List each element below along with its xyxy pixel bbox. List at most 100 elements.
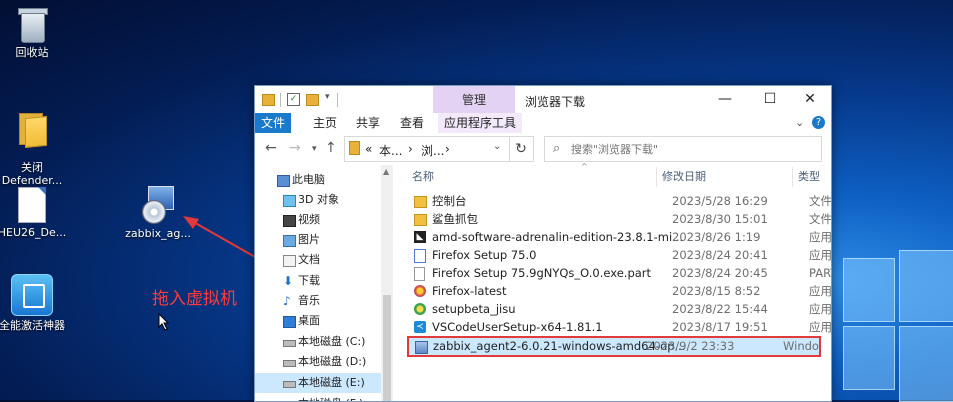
title-bar[interactable]: ✓ ▾ 管理 浏览器下载 — ☐ ✕ [255, 86, 831, 113]
nav-item-drive-d[interactable]: 本地磁盘 (D:) [255, 352, 381, 372]
folder-icon [17, 111, 47, 149]
drag-annotation: 拖入虚拟机 [152, 289, 237, 309]
chevron-down-icon[interactable]: ▾ [325, 92, 330, 106]
video-icon [283, 215, 296, 227]
file-explorer-window[interactable]: ✓ ▾ 管理 浏览器下载 — ☐ ✕ 文件 主页 共享 查看 应用程序工具 ⌄ … [254, 85, 832, 402]
close-button[interactable]: ✕ [790, 88, 830, 110]
sort-ascending-icon: ^ [581, 162, 588, 171]
desktop-icon-activator[interactable]: 全能激活神器 [0, 274, 72, 332]
file-row[interactable]: ≺ VSCodeUserSetup-x64-1.81.1 2023/8/17 1… [408, 318, 831, 336]
minimize-button[interactable]: — [705, 88, 745, 110]
file-row[interactable]: setupbeta_jisu 2023/8/22 15:44 应用程 [408, 300, 831, 318]
back-button[interactable]: ← [265, 141, 277, 155]
drive-icon [283, 360, 296, 367]
nav-item-pictures[interactable]: 图片 [255, 230, 381, 250]
scroll-up-icon[interactable]: ▲ [383, 167, 389, 176]
breadcrumb-item[interactable]: 浏... [421, 142, 444, 159]
pictures-icon [283, 235, 296, 247]
nav-item-drive-c[interactable]: 本地磁盘 (C:) [255, 332, 381, 352]
nav-item-desktop[interactable]: 桌面 [255, 311, 381, 331]
folder-icon [262, 94, 275, 106]
vscode-icon: ≺ [414, 321, 426, 333]
desktop-icon-label: HEU26_De... [0, 226, 67, 239]
column-divider[interactable] [792, 167, 793, 187]
window-title: 浏览器下载 [525, 95, 586, 109]
drive-icon [283, 381, 296, 388]
activator-icon [11, 274, 53, 316]
navigation-bar: ← → ▾ ↑ « 本... › 浏... › ⌄ ↻ ⌕ [255, 133, 831, 165]
amd-icon: ◣ [414, 231, 426, 243]
file-row-selected[interactable]: zabbix_agent2-6.0.21-windows-amd64-op...… [407, 336, 821, 357]
tab-view[interactable]: 查看 [394, 113, 430, 133]
expand-ribbon-icon[interactable]: ⌄ [795, 116, 804, 129]
desktop-icon-recycle-bin[interactable]: 回收站 [0, 5, 72, 59]
divider [280, 93, 281, 107]
tab-home[interactable]: 主页 [307, 113, 343, 133]
nav-item-documents[interactable]: 文档 [255, 250, 381, 270]
new-folder-icon[interactable] [306, 94, 319, 106]
column-header-date[interactable]: 修改日期 [662, 165, 706, 189]
jisu-icon [414, 303, 426, 315]
chevron-down-icon[interactable]: ⌄ [493, 141, 501, 152]
search-box[interactable]: ⌕ [544, 136, 822, 162]
nav-item-drive-f[interactable]: 本地磁盘 (F:) [255, 394, 381, 401]
drive-icon [283, 340, 296, 347]
file-row[interactable]: ◣ amd-software-adrenalin-edition-23.8.1-… [408, 228, 831, 246]
desktop-icon [283, 316, 296, 328]
column-divider[interactable] [656, 167, 657, 187]
up-button[interactable]: ↑ [325, 141, 337, 155]
column-header-type[interactable]: 类型 [798, 165, 820, 189]
music-icon: ♪ [283, 294, 291, 308]
breadcrumb-separator[interactable]: › [408, 142, 413, 156]
nav-item-videos[interactable]: 视频 [255, 210, 381, 230]
search-input[interactable] [569, 140, 813, 158]
tab-share[interactable]: 共享 [350, 113, 386, 133]
desktop-icon-label: 关闭 Defender... [1, 161, 63, 187]
file-row[interactable]: 控制台 2023/5/28 16:29 文件夹 [408, 192, 831, 210]
file-list: ^ 名称 修改日期 类型 控制台 2023/5/28 16:29 文件夹 鲨鱼抓… [396, 162, 831, 401]
recycle-bin-icon [17, 5, 48, 43]
properties-icon[interactable]: ✓ [287, 93, 300, 106]
scrollbar-thumb[interactable] [383, 295, 391, 401]
column-header-name[interactable]: 名称 [412, 165, 434, 189]
file-row[interactable]: 鲨鱼抓包 2023/8/30 15:01 文件夹 [408, 210, 831, 228]
document-icon [414, 267, 425, 281]
navigation-pane: ⌄ 此电脑 3D 对象 视频 图片 文档 ⬇ 下载 ♪ 音乐 [255, 165, 395, 401]
desktop-icon-heu26[interactable]: HEU26_De... [0, 187, 72, 239]
recent-locations-icon[interactable]: ▾ [312, 142, 317, 156]
breadcrumb-item[interactable]: 本... [379, 142, 402, 159]
maximize-button[interactable]: ☐ [750, 88, 790, 110]
file-row[interactable]: Firefox-latest 2023/8/15 8:52 应用程 [408, 282, 831, 300]
nav-pane-scrollbar[interactable]: ▲ [381, 165, 393, 401]
mouse-cursor-icon [158, 313, 170, 331]
forward-button[interactable]: → [289, 141, 301, 155]
refresh-button[interactable]: ↻ [509, 136, 534, 162]
nav-item-drive-e[interactable]: 本地磁盘 (E:) [255, 373, 381, 393]
desktop-icon-defender[interactable]: 关闭 Defender... [0, 98, 72, 200]
msi-installer-icon [138, 184, 178, 224]
nav-item-music[interactable]: ♪ 音乐 [255, 291, 381, 311]
tab-app-tools[interactable]: 应用程序工具 [438, 113, 523, 133]
breadcrumb-overflow[interactable]: « [365, 142, 372, 156]
file-row[interactable]: Firefox Setup 75.9gNYQs_O.0.exe.part 202… [408, 264, 831, 282]
nav-item-downloads[interactable]: ⬇ 下载 [255, 271, 381, 291]
search-icon: ⌕ [553, 141, 561, 156]
help-icon[interactable]: ? [812, 116, 825, 129]
nav-item-this-pc[interactable]: ⌄ 此电脑 [255, 170, 381, 190]
address-bar[interactable]: « 本... › 浏... › ⌄ [344, 136, 510, 162]
folder-icon [349, 141, 360, 155]
installer-icon [414, 249, 426, 263]
downloads-icon: ⬇ [283, 274, 294, 288]
3d-objects-icon [283, 195, 296, 207]
tab-file[interactable]: 文件 [255, 113, 291, 133]
desktop-icon-label: 回收站 [15, 46, 49, 59]
file-row[interactable]: Firefox Setup 75.0 2023/8/24 20:41 应用程 [408, 246, 831, 264]
manage-tab[interactable]: 管理 [433, 86, 515, 113]
breadcrumb-separator[interactable]: › [445, 142, 450, 156]
desktop-icon-zabbix[interactable]: zabbix_ag... [118, 184, 198, 240]
desktop-icon-label: zabbix_ag... [125, 227, 191, 240]
desktop-icon-label: 全能激活神器 [0, 319, 65, 332]
documents-icon [283, 255, 296, 267]
folder-icon [414, 196, 427, 208]
nav-item-3d-objects[interactable]: 3D 对象 [255, 190, 381, 210]
